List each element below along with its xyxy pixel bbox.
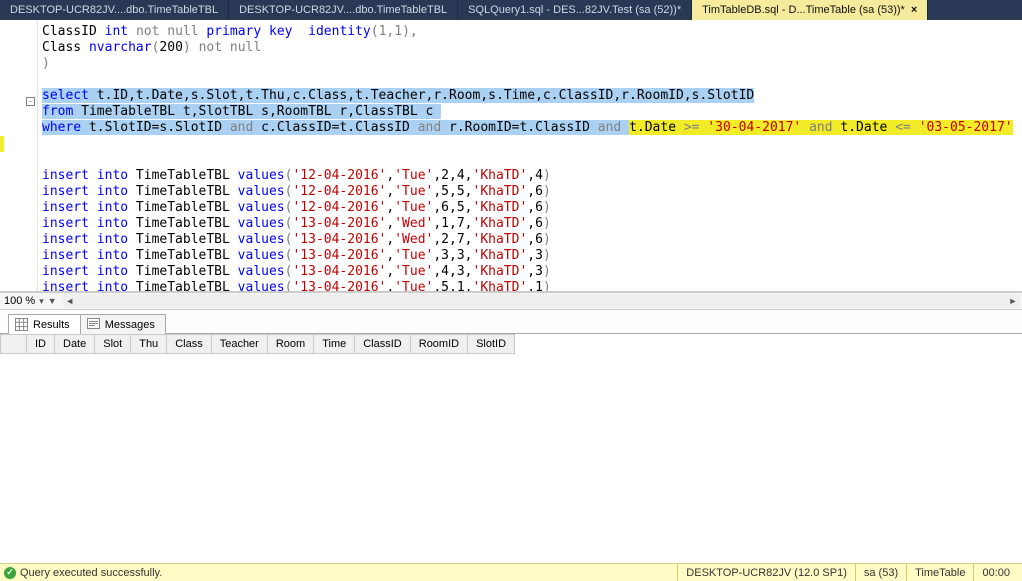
grid-icon	[15, 318, 28, 331]
status-user: sa (53)	[855, 564, 906, 581]
column-header[interactable]: Time	[314, 335, 355, 354]
column-header[interactable]: Class	[167, 335, 212, 354]
results-tab-label: Results	[33, 319, 70, 331]
close-tab-icon[interactable]: ×	[911, 4, 917, 16]
results-tab-bar: Results Messages	[0, 310, 1022, 334]
messages-icon	[87, 318, 100, 331]
document-tab[interactable]: DESKTOP-UCR82JV....dbo.TimeTableTBL	[229, 0, 458, 20]
editor-gutter: −	[0, 20, 38, 291]
column-header[interactable]: ID	[27, 335, 55, 354]
column-header[interactable]: ClassID	[355, 335, 411, 354]
success-icon: ✓	[4, 567, 16, 579]
messages-tab-label: Messages	[105, 319, 155, 331]
status-bar: ✓ Query executed successfully. DESKTOP-U…	[0, 563, 1022, 581]
horizontal-scrollbar[interactable]: ◄ ►	[63, 294, 1020, 308]
document-tab-active[interactable]: TimTableDB.sql - D...TimeTable (sa (53))…	[692, 0, 928, 20]
change-marker	[0, 136, 4, 152]
messages-tab[interactable]: Messages	[80, 314, 166, 334]
zoom-bar: 100 % ▾ ▼ ◄ ►	[0, 292, 1022, 310]
column-header[interactable]: Thu	[131, 335, 167, 354]
zoom-dropdown-icon[interactable]: ▼	[48, 296, 57, 306]
results-grid[interactable]: IDDateSlotThuClassTeacherRoomTimeClassID…	[0, 334, 1022, 563]
results-tab[interactable]: Results	[8, 314, 81, 334]
document-tab-bar: DESKTOP-UCR82JV....dbo.TimeTableTBL DESK…	[0, 0, 1022, 20]
results-table: IDDateSlotThuClassTeacherRoomTimeClassID…	[0, 334, 515, 354]
results-header-row: IDDateSlotThuClassTeacherRoomTimeClassID…	[1, 335, 515, 354]
status-message: Query executed successfully.	[20, 567, 162, 579]
row-selector-header[interactable]	[1, 335, 27, 354]
sql-editor-pane: − ClassID int not null primary key ident…	[0, 20, 1022, 292]
zoom-level[interactable]: 100 %	[4, 295, 35, 307]
status-time: 00:00	[973, 564, 1018, 581]
column-header[interactable]: SlotID	[468, 335, 515, 354]
document-tab[interactable]: SQLQuery1.sql - DES...82JV.Test (sa (52)…	[458, 0, 692, 20]
document-tab[interactable]: DESKTOP-UCR82JV....dbo.TimeTableTBL	[0, 0, 229, 20]
chevron-down-icon[interactable]: ▾	[39, 296, 44, 307]
sql-editor[interactable]: ClassID int not null primary key identit…	[38, 20, 1022, 291]
column-header[interactable]: RoomID	[410, 335, 467, 354]
column-header[interactable]: Room	[267, 335, 313, 354]
scroll-left-icon[interactable]: ◄	[63, 294, 77, 308]
code-fold-icon[interactable]: −	[26, 97, 35, 106]
column-header[interactable]: Slot	[95, 335, 131, 354]
status-server: DESKTOP-UCR82JV (12.0 SP1)	[677, 564, 855, 581]
column-header[interactable]: Teacher	[211, 335, 267, 354]
column-header[interactable]: Date	[55, 335, 95, 354]
scroll-right-icon[interactable]: ►	[1006, 294, 1020, 308]
status-database: TimeTable	[906, 564, 973, 581]
